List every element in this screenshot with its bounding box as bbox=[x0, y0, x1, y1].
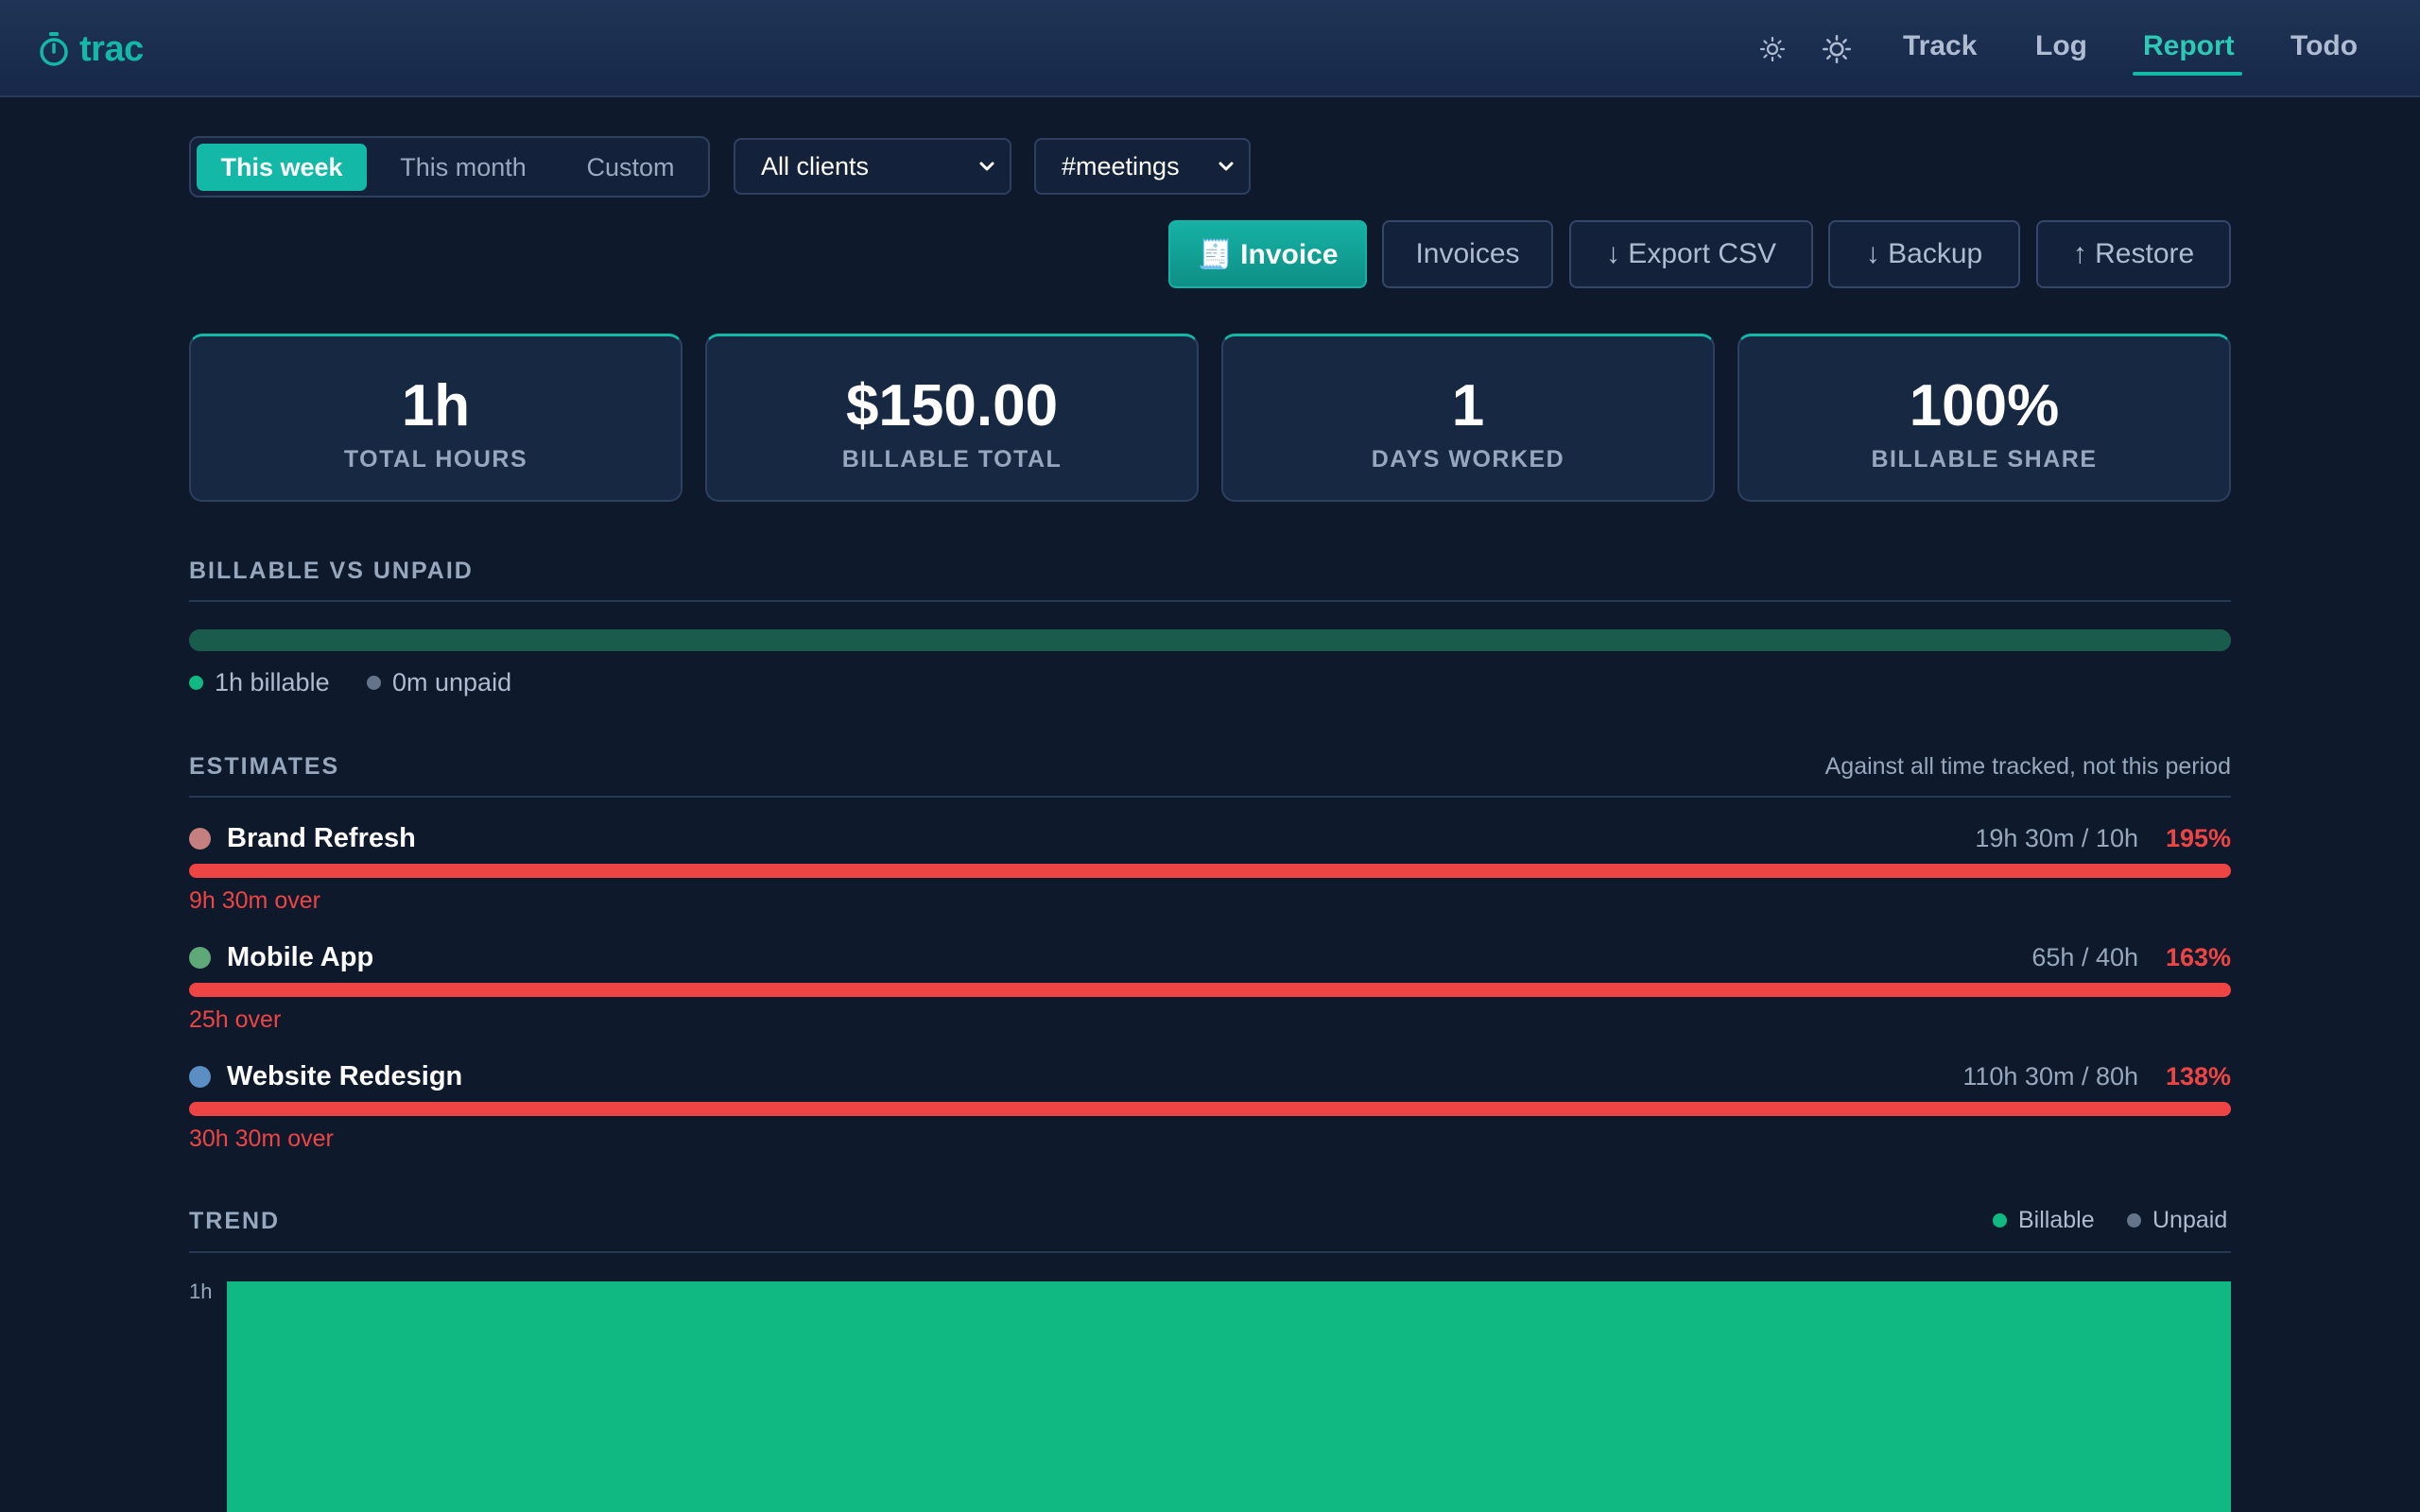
trend-chart: 1h0 bbox=[189, 1280, 2231, 1512]
trend-bar-billable bbox=[227, 1281, 2231, 1512]
y-tick-label: 1h bbox=[189, 1280, 212, 1303]
